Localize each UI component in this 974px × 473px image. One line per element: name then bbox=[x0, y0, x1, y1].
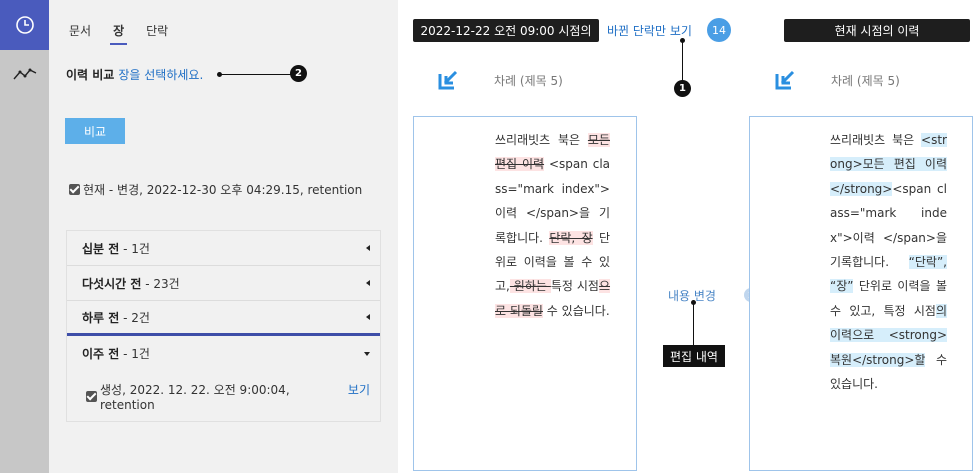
compare-button[interactable]: 비교 bbox=[65, 118, 125, 144]
right-version-header: 현재 시점의 이력 bbox=[784, 19, 970, 42]
collapse-arrow-icon bbox=[366, 245, 370, 251]
stats-nav-button[interactable] bbox=[0, 56, 49, 92]
deleted-text: 원하는 bbox=[509, 279, 551, 294]
icon-rail bbox=[0, 0, 49, 473]
history-group-one-day[interactable]: 하루 전 - 2건 bbox=[67, 301, 380, 336]
history-accordion: 십분 전 - 1건 다섯시간 전 - 23건 하루 전 - 2건 이주 전 - … bbox=[66, 230, 381, 422]
line-chart-icon bbox=[12, 68, 36, 80]
history-entry-checkbox[interactable] bbox=[86, 391, 97, 402]
current-revision-text: 현재 - 변경, 2022-12-30 오후 04:29.15, retenti… bbox=[83, 183, 363, 197]
deleted-text: 단락, 장 bbox=[549, 230, 593, 245]
right-toc-label: 차례 (제목 5) bbox=[831, 74, 900, 88]
right-document-text: 쓰리래빗츠 북은 <strong>모든 편집 이력</strong><span … bbox=[830, 133, 947, 392]
export-icon[interactable] bbox=[775, 66, 799, 90]
history-panel: 문서 장 단락 이력 비교 장을 선택하세요. 2 비교 현재 - 변경, 202… bbox=[49, 0, 398, 473]
scope-tabs: 문서 장 단락 bbox=[69, 22, 190, 45]
left-document-panel: 쓰리래빗츠 북은 모든 편집 이력 <span class="mark inde… bbox=[413, 116, 637, 471]
right-document-panel: 쓰리래빗츠 북은 <strong>모든 편집 이력</strong><span … bbox=[749, 116, 973, 471]
diff-count-badge: 14 bbox=[707, 18, 731, 42]
callout-line bbox=[682, 40, 683, 84]
tab-paragraph[interactable]: 단락 bbox=[146, 22, 168, 45]
changed-paragraphs-only-link[interactable]: 바뀐 단락만 보기 bbox=[607, 22, 692, 39]
current-revision-checkbox[interactable] bbox=[69, 184, 80, 195]
callout-badge-1: 1 bbox=[674, 80, 691, 97]
tab-chapter[interactable]: 장 bbox=[110, 22, 128, 45]
select-chapter-link[interactable]: 장을 선택하세요. bbox=[118, 68, 203, 82]
callout-badge-2: 2 bbox=[290, 65, 307, 82]
compare-label: 이력 비교 bbox=[66, 68, 115, 82]
tab-document[interactable]: 문서 bbox=[69, 22, 91, 45]
callout-line bbox=[693, 302, 694, 346]
history-nav-button[interactable] bbox=[0, 0, 49, 50]
expand-arrow-icon bbox=[364, 351, 370, 356]
left-version-header: 2022-12-22 오전 09:00 시점의 bbox=[413, 19, 599, 42]
history-group-two-weeks[interactable]: 이주 전 - 1건 bbox=[67, 336, 380, 371]
current-revision-row: 현재 - 변경, 2022-12-30 오후 04:29.15, retenti… bbox=[69, 181, 362, 198]
left-toc-label: 차례 (제목 5) bbox=[494, 74, 563, 88]
collapse-arrow-icon bbox=[366, 314, 370, 320]
compare-row: 이력 비교 장을 선택하세요. bbox=[66, 66, 203, 83]
callout-line bbox=[219, 74, 297, 75]
collapse-arrow-icon bbox=[366, 280, 370, 286]
history-group-ten-minutes[interactable]: 십분 전 - 1건 bbox=[67, 231, 380, 266]
history-group-five-hours[interactable]: 다섯시간 전 - 23건 bbox=[67, 266, 380, 301]
export-icon[interactable] bbox=[438, 66, 462, 90]
callout-dot bbox=[680, 38, 685, 43]
left-document-text: 쓰리래빗츠 북은 모든 편집 이력 <span class="mark inde… bbox=[495, 133, 611, 318]
history-entry: 생성, 2022. 12. 22. 오전 9:00:04, retention … bbox=[67, 371, 380, 421]
history-entry-text: 생성, 2022. 12. 22. 오전 9:00:04, retention bbox=[99, 383, 290, 412]
edit-history-tag: 편집 내역 bbox=[663, 345, 725, 367]
clock-icon bbox=[15, 16, 34, 34]
history-entry-view-link[interactable]: 보기 bbox=[348, 381, 370, 398]
